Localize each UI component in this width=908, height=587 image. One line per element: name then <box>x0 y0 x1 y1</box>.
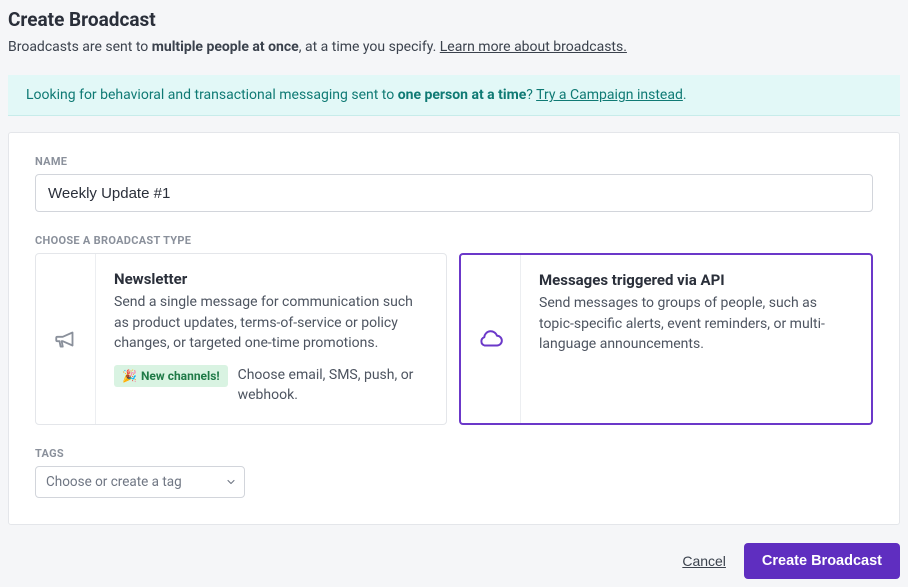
tags-label: TAGS <box>35 447 873 460</box>
info-banner: Looking for behavioral and transactional… <box>8 75 900 116</box>
new-channels-badge: 🎉 New channels! <box>114 365 228 387</box>
tags-select-wrap: Choose or create a tag <box>35 466 245 498</box>
cancel-button[interactable]: Cancel <box>682 553 726 569</box>
banner-tail: . <box>683 87 687 103</box>
tags-select[interactable]: Choose or create a tag <box>35 466 245 498</box>
subtitle-text-pre: Broadcasts are sent to <box>8 39 152 55</box>
learn-more-link[interactable]: Learn more about broadcasts. <box>440 39 627 55</box>
cloud-icon <box>461 255 521 422</box>
dialog-header: Create Broadcast Broadcasts are sent to … <box>8 8 900 67</box>
page-subtitle: Broadcasts are sent to multiple people a… <box>8 37 900 57</box>
newsletter-channels-row: 🎉 New channels! Choose email, SMS, push,… <box>114 365 428 406</box>
form-card: NAME CHOOSE A BROADCAST TYPE Newsletter … <box>8 132 900 524</box>
badge-text: New channels! <box>141 369 220 383</box>
api-title: Messages triggered via API <box>539 271 853 289</box>
newsletter-desc: Send a single message for communication … <box>114 292 428 353</box>
name-label: NAME <box>35 155 873 168</box>
broadcast-type-section: CHOOSE A BROADCAST TYPE Newsletter Send … <box>35 234 873 424</box>
party-popper-icon: 🎉 <box>122 369 137 383</box>
create-broadcast-button[interactable]: Create Broadcast <box>744 543 900 579</box>
newsletter-title: Newsletter <box>114 270 428 288</box>
tags-section: TAGS Choose or create a tag <box>35 447 873 498</box>
try-campaign-link[interactable]: Try a Campaign instead <box>536 87 683 103</box>
type-label: CHOOSE A BROADCAST TYPE <box>35 234 873 247</box>
subtitle-text-bold: multiple people at once <box>152 39 299 55</box>
newsletter-channels-text: Choose email, SMS, push, or webhook. <box>238 365 428 406</box>
megaphone-icon <box>36 254 96 423</box>
type-body-api: Messages triggered via API Send messages… <box>521 255 871 422</box>
type-card-api[interactable]: Messages triggered via API Send messages… <box>459 253 873 424</box>
api-desc: Send messages to groups of people, such … <box>539 293 853 354</box>
banner-text-pre: Looking for behavioral and transactional… <box>26 87 398 103</box>
type-body-newsletter: Newsletter Send a single message for com… <box>96 254 446 423</box>
dialog-footer: Cancel Create Broadcast <box>8 543 900 579</box>
subtitle-text-post: , at a time you specify. <box>299 39 440 55</box>
banner-text-post: ? <box>526 87 536 103</box>
broadcast-type-options: Newsletter Send a single message for com… <box>35 253 873 424</box>
type-card-newsletter[interactable]: Newsletter Send a single message for com… <box>35 253 447 424</box>
name-input[interactable] <box>35 174 873 212</box>
name-field: NAME <box>35 155 873 212</box>
banner-text-bold: one person at a time <box>398 87 527 103</box>
page-title: Create Broadcast <box>8 8 900 31</box>
